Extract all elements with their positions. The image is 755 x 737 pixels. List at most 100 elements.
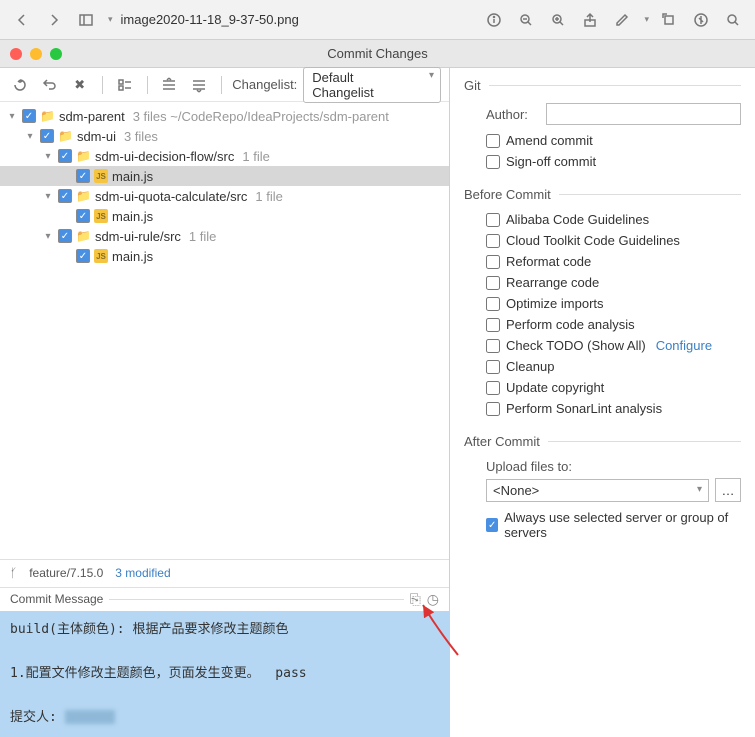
amend-checkbox[interactable] bbox=[486, 134, 500, 148]
checkbox[interactable]: ✓ bbox=[22, 109, 36, 123]
sidebar-toggle-icon[interactable] bbox=[74, 8, 98, 32]
main-split: ✖ Changelist: Default Changelist ▾ ✓ 📁 s… bbox=[0, 68, 755, 737]
js-file-icon: JS bbox=[94, 209, 108, 223]
tree-toggle[interactable]: ▾ bbox=[6, 111, 18, 122]
branch-bar: ᚶ feature/7.15.0 3 modified bbox=[0, 559, 449, 587]
changelist-select[interactable]: Default Changelist bbox=[303, 67, 441, 103]
traffic-lights bbox=[10, 48, 62, 60]
search-icon[interactable] bbox=[721, 8, 745, 32]
blurred-text bbox=[65, 710, 115, 724]
before-item[interactable]: Cloud Toolkit Code Guidelines bbox=[464, 233, 741, 248]
share-icon[interactable] bbox=[578, 8, 602, 32]
commit-toolbar: ✖ Changelist: Default Changelist bbox=[0, 68, 449, 102]
window-title: Commit Changes bbox=[327, 46, 427, 61]
before-item[interactable]: Rearrange code bbox=[464, 275, 741, 290]
tree-row-ui[interactable]: ▾ ✓ 📁 sdm-ui 3 files bbox=[0, 126, 449, 146]
zoom-in-icon[interactable] bbox=[546, 8, 570, 32]
always-use-row[interactable]: ✓ Always use selected server or group of… bbox=[464, 510, 741, 540]
tree-row-decision[interactable]: ▾ ✓ 📁 sdm-ui-decision-flow/src 1 file bbox=[0, 146, 449, 166]
refresh-icon[interactable] bbox=[8, 73, 32, 97]
nav-back-button[interactable] bbox=[10, 8, 34, 32]
checkbox[interactable]: ✓ bbox=[76, 169, 90, 183]
window-titlebar: Commit Changes bbox=[0, 40, 755, 68]
modified-count[interactable]: 3 modified bbox=[115, 566, 170, 580]
tree-row-quota[interactable]: ▾ ✓ 📁 sdm-ui-quota-calculate/src 1 file bbox=[0, 186, 449, 206]
signoff-row[interactable]: Sign-off commit bbox=[464, 154, 741, 169]
info-icon[interactable] bbox=[482, 8, 506, 32]
collapse-all-icon[interactable] bbox=[187, 73, 211, 97]
author-row: Author: bbox=[464, 103, 741, 125]
before-item[interactable]: Optimize imports bbox=[464, 296, 741, 311]
before-commit-title: Before Commit bbox=[464, 187, 741, 202]
js-file-icon: JS bbox=[94, 169, 108, 183]
tree-toggle[interactable]: ▾ bbox=[42, 191, 54, 202]
expand-all-icon[interactable] bbox=[158, 73, 182, 97]
minimize-window-button[interactable] bbox=[30, 48, 42, 60]
maximize-window-button[interactable] bbox=[50, 48, 62, 60]
upload-browse-button[interactable]: … bbox=[715, 478, 741, 502]
tree-toggle[interactable]: ▾ bbox=[42, 151, 54, 162]
before-item[interactable]: Perform SonarLint analysis bbox=[464, 401, 741, 416]
folder-icon: 📁 bbox=[76, 229, 91, 243]
right-pane: Git Author: Amend commit Sign-off commit… bbox=[450, 68, 755, 737]
delete-icon[interactable]: ✖ bbox=[68, 73, 92, 97]
upload-row: <None> … bbox=[464, 478, 741, 502]
nav-forward-button[interactable] bbox=[42, 8, 66, 32]
tree-row-file[interactable]: ✓ JS main.js bbox=[0, 246, 449, 266]
checkbox[interactable]: ✓ bbox=[58, 189, 72, 203]
before-item[interactable]: Update copyright bbox=[464, 380, 741, 395]
branch-icon: ᚶ bbox=[10, 566, 17, 580]
changelist-label: Changelist: bbox=[232, 77, 297, 92]
before-item[interactable]: Cleanup bbox=[464, 359, 741, 374]
author-input[interactable] bbox=[546, 103, 741, 125]
author-label: Author: bbox=[486, 107, 546, 122]
revert-icon[interactable] bbox=[38, 73, 62, 97]
checkbox[interactable]: ✓ bbox=[76, 249, 90, 263]
after-commit-title: After Commit bbox=[464, 434, 741, 449]
tree-toggle[interactable]: ▾ bbox=[24, 131, 36, 142]
upload-label: Upload files to: bbox=[464, 459, 741, 474]
git-section-title: Git bbox=[464, 78, 741, 93]
before-item[interactable]: Alibaba Code Guidelines bbox=[464, 212, 741, 227]
tree-row-file[interactable]: ✓ JS main.js bbox=[0, 166, 449, 186]
rotate-icon[interactable] bbox=[657, 8, 681, 32]
folder-icon: 📁 bbox=[76, 149, 91, 163]
checkbox[interactable]: ✓ bbox=[76, 209, 90, 223]
branch-name: feature/7.15.0 bbox=[29, 566, 103, 580]
close-window-button[interactable] bbox=[10, 48, 22, 60]
configure-link[interactable]: Configure bbox=[656, 338, 712, 353]
before-item[interactable]: Reformat code bbox=[464, 254, 741, 269]
commit-message-label: Commit Message bbox=[10, 592, 103, 606]
folder-icon: 📁 bbox=[58, 129, 73, 143]
chevron-down-icon[interactable]: ▾ bbox=[644, 14, 649, 25]
checkbox[interactable]: ✓ bbox=[58, 149, 72, 163]
amend-row[interactable]: Amend commit bbox=[464, 133, 741, 148]
upload-select[interactable]: <None> bbox=[486, 479, 709, 502]
edit-icon[interactable] bbox=[610, 8, 634, 32]
app-toolbar: ▾ image2020-11-18_9-37-50.png ▾ bbox=[0, 0, 755, 40]
tree-row-root[interactable]: ▾ ✓ 📁 sdm-parent 3 files ~/CodeRepo/Idea… bbox=[0, 106, 449, 126]
before-item[interactable]: Perform code analysis bbox=[464, 317, 741, 332]
commit-message-header: Commit Message ⎘ ◷ bbox=[0, 587, 449, 611]
signoff-checkbox[interactable] bbox=[486, 155, 500, 169]
left-pane: ✖ Changelist: Default Changelist ▾ ✓ 📁 s… bbox=[0, 68, 450, 737]
group-by-icon[interactable] bbox=[113, 73, 137, 97]
chevron-down-icon[interactable]: ▾ bbox=[108, 14, 113, 25]
commit-message-assist-icon[interactable]: ⎘ bbox=[410, 591, 421, 608]
js-file-icon: JS bbox=[94, 249, 108, 263]
tree-row-file[interactable]: ✓ JS main.js bbox=[0, 206, 449, 226]
checkbox[interactable]: ✓ bbox=[40, 129, 54, 143]
tree-row-rule[interactable]: ▾ ✓ 📁 sdm-ui-rule/src 1 file bbox=[0, 226, 449, 246]
always-use-checkbox[interactable]: ✓ bbox=[486, 518, 498, 532]
folder-icon: 📁 bbox=[76, 189, 91, 203]
checkbox[interactable]: ✓ bbox=[58, 229, 72, 243]
tree-toggle[interactable]: ▾ bbox=[42, 231, 54, 242]
commit-history-icon[interactable]: ◷ bbox=[427, 591, 439, 608]
markup-icon[interactable] bbox=[689, 8, 713, 32]
folder-icon: 📁 bbox=[40, 109, 55, 123]
commit-message-textarea[interactable]: build(主体颜色): 根据产品要求修改主题颜色 1.配置文件修改主题颜色，页… bbox=[0, 611, 449, 737]
before-item[interactable]: Check TODO (Show All)Configure bbox=[464, 338, 741, 353]
changes-tree: ▾ ✓ 📁 sdm-parent 3 files ~/CodeRepo/Idea… bbox=[0, 102, 449, 559]
file-title: image2020-11-18_9-37-50.png bbox=[121, 12, 299, 27]
zoom-out-icon[interactable] bbox=[514, 8, 538, 32]
